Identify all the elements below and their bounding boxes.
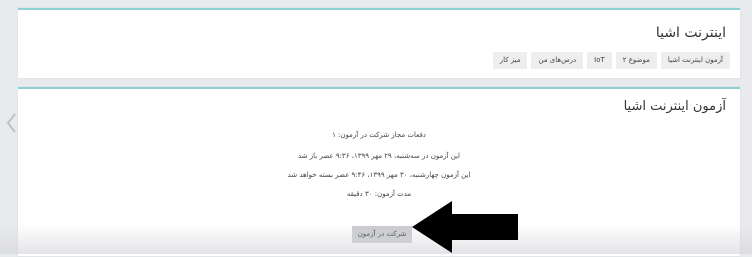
quiz-title: آزمون اینترنت اشیا bbox=[623, 99, 726, 114]
breadcrumb-item-quiz[interactable]: آزمون اینترنت اشیا bbox=[660, 52, 730, 69]
quiz-card: آزمون اینترنت اشیا دفعات مجاز شرکت در آز… bbox=[18, 87, 740, 256]
breadcrumb: میز کار درس‌های من IoT موضوع ۲ آزمون این… bbox=[492, 52, 730, 69]
breadcrumb-item-topic[interactable]: موضوع ۲ bbox=[615, 52, 657, 69]
breadcrumb-item-course[interactable]: IoT bbox=[587, 52, 612, 69]
quiz-info-duration: مدت آزمون: ۳۰ دقیقه bbox=[346, 190, 412, 198]
quiz-info-attempts: دفعات مجاز شرکت در آزمون: ۱ bbox=[332, 131, 426, 139]
chevron-left-icon[interactable] bbox=[4, 110, 18, 136]
breadcrumb-item-my-courses[interactable]: درس‌های من bbox=[531, 52, 584, 69]
quiz-info-closes: این آزمون چهارشنبه، ۳۰ مهر ۱۳۹۹، ۹:۴۶ عص… bbox=[287, 171, 471, 179]
attempt-quiz-button[interactable]: شرکت در آزمون bbox=[352, 226, 412, 243]
course-header-card: اینترنت اشیا میز کار درس‌های من IoT موضو… bbox=[18, 8, 740, 78]
arrow-left-icon bbox=[412, 201, 518, 257]
quiz-info-opened: این آزمون در سه‌شنبه، ۲۹ مهر ۱۳۹۹، ۹:۳۶ … bbox=[298, 152, 460, 160]
breadcrumb-item-dashboard[interactable]: میز کار bbox=[492, 52, 528, 69]
page-title: اینترنت اشیا bbox=[655, 25, 726, 41]
